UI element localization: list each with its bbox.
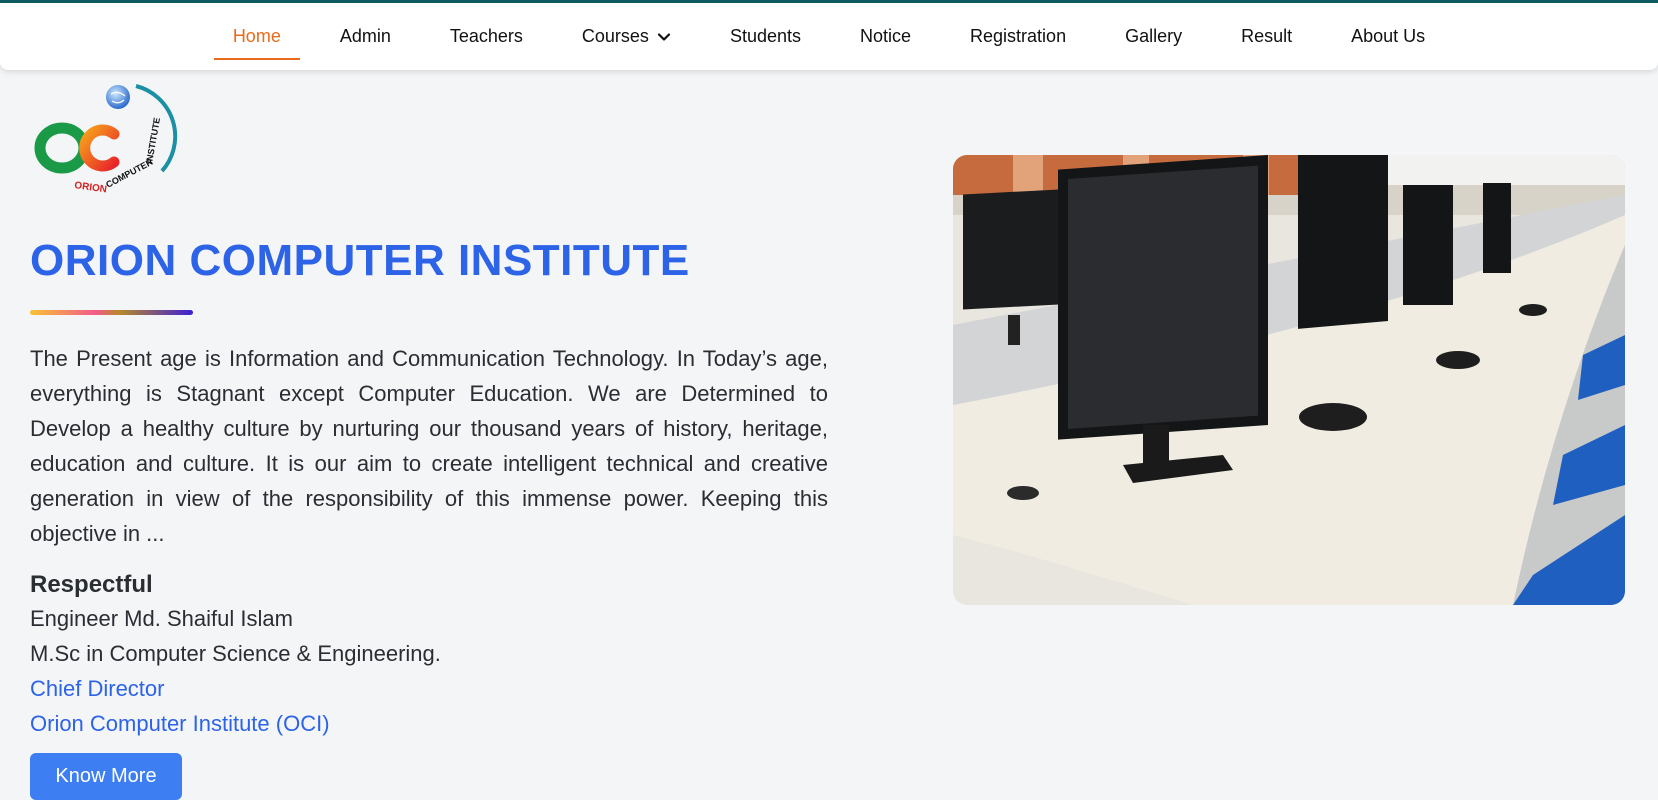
- top-navbar: Home Admin Teachers Courses Students Not…: [0, 0, 1658, 70]
- nav-result-label: Result: [1241, 26, 1293, 46]
- nav-students-label: Students: [729, 26, 801, 46]
- oci-logo: ORION COMPUTER INSTITUTE: [34, 84, 178, 196]
- nav-result[interactable]: Result: [1222, 3, 1311, 70]
- intro-paragraph: The Present age is Information and Commu…: [30, 346, 828, 546]
- nav-courses-label: Courses: [581, 26, 649, 46]
- nav-about-us-label: About Us: [1351, 26, 1426, 46]
- main-nav: Home Admin Teachers Courses Students Not…: [0, 3, 1658, 70]
- nav-about-us[interactable]: About Us: [1332, 3, 1444, 70]
- nav-notice[interactable]: Notice: [841, 3, 930, 70]
- computer-lab-photo: [953, 155, 1625, 605]
- svg-text:INSTITUTE: INSTITUTE: [144, 117, 162, 165]
- nav-registration[interactable]: Registration: [951, 3, 1085, 70]
- nav-home-label: Home: [232, 26, 281, 46]
- chevron-down-icon: [657, 32, 671, 41]
- nav-teachers[interactable]: Teachers: [431, 3, 542, 70]
- nav-notice-label: Notice: [860, 26, 912, 46]
- svg-text:ORION: ORION: [74, 180, 108, 195]
- director-name: Engineer Md. Shaiful Islam: [30, 606, 293, 631]
- respectful-heading: Respectful: [30, 571, 153, 598]
- nav-students[interactable]: Students: [711, 3, 820, 70]
- director-degree: M.Sc in Computer Science & Engineering.: [30, 641, 441, 666]
- nav-admin-label: Admin: [339, 26, 391, 46]
- institute-name: Orion Computer Institute (OCI): [30, 711, 330, 736]
- nav-admin[interactable]: Admin: [321, 3, 410, 70]
- nav-home[interactable]: Home: [213, 3, 300, 70]
- nav-teachers-label: Teachers: [449, 26, 523, 46]
- nav-registration-label: Registration: [970, 26, 1067, 46]
- nav-gallery[interactable]: Gallery: [1106, 3, 1201, 70]
- nav-courses[interactable]: Courses: [563, 3, 690, 70]
- nav-gallery-label: Gallery: [1125, 26, 1183, 46]
- director-position: Chief Director: [30, 676, 165, 701]
- title-underline: [30, 310, 193, 315]
- know-more-button[interactable]: Know More: [30, 753, 182, 800]
- page-title: ORION COMPUTER INSTITUTE: [30, 236, 690, 285]
